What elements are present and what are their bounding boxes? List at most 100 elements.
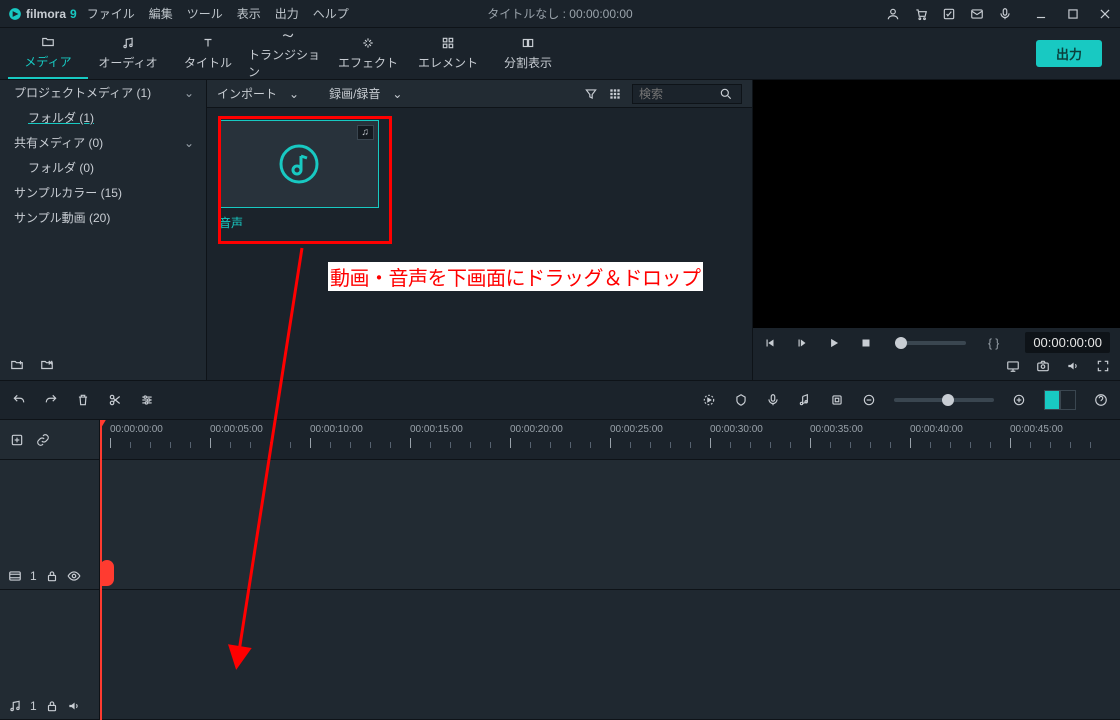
volume-icon[interactable] <box>1066 359 1080 373</box>
record-menu[interactable]: 録画/録音 ⌄ <box>329 85 402 102</box>
filter-icon[interactable] <box>584 87 598 101</box>
sidebar-item-folder-1[interactable]: フォルダ (1) <box>0 105 206 130</box>
ribbon-tab-title[interactable]: タイトル <box>168 28 248 79</box>
ruler-label: 00:00:05:00 <box>210 424 263 435</box>
voiceover-icon[interactable] <box>766 393 780 407</box>
ribbon-tab-effect[interactable]: エフェクト <box>328 28 408 79</box>
preview-scrubber[interactable] <box>895 341 966 345</box>
minimize-icon[interactable] <box>1034 7 1048 21</box>
delete-icon[interactable] <box>76 393 90 407</box>
ribbon: メディア オーディオ タイトル トランジション エフェクト エレメント 分割表示… <box>0 28 1120 80</box>
import-menu[interactable]: インポート ⌄ <box>217 85 299 102</box>
ribbon-tab-transition[interactable]: トランジション <box>248 28 328 79</box>
menu-help[interactable]: ヘルプ <box>313 5 349 22</box>
annotation-text: 動画・音声を下画面にドラッグ＆ドロップ <box>328 262 703 291</box>
chevron-down-icon: ⌄ <box>184 136 194 150</box>
menu-file[interactable]: ファイル <box>87 5 135 22</box>
mic-icon[interactable] <box>998 7 1012 21</box>
menu-output[interactable]: 出力 <box>275 5 299 22</box>
timeline-toolbar <box>0 380 1120 420</box>
ribbon-tab-audio[interactable]: オーディオ <box>88 28 168 79</box>
audio-track-header[interactable]: 1 <box>0 590 99 720</box>
sidebar-item-folder-0[interactable]: フォルダ (0) <box>0 155 206 180</box>
split-icon <box>521 36 535 50</box>
adjust-icon[interactable] <box>140 393 154 407</box>
search-icon <box>719 87 733 101</box>
video-track-lane[interactable] <box>100 460 1120 590</box>
timeline-ruler[interactable]: 00:00:00:0000:00:05:0000:00:10:0000:00:1… <box>100 420 1120 460</box>
ruler-label: 00:00:15:00 <box>410 424 463 435</box>
clip-type-badge: ♫ <box>357 125 375 140</box>
app-version: 9 <box>70 7 77 21</box>
help-icon[interactable] <box>1094 393 1108 407</box>
elements-icon <box>441 36 455 50</box>
clip-handle[interactable] <box>100 560 114 586</box>
ruler-label: 00:00:30:00 <box>710 424 763 435</box>
audio-track-lane[interactable] <box>100 590 1120 720</box>
ribbon-tab-media[interactable]: メディア <box>8 28 88 79</box>
lock-icon[interactable] <box>45 569 59 583</box>
sidebar-item-project-media[interactable]: プロジェクトメディア (1)⌄ <box>0 80 206 105</box>
display-settings-icon[interactable] <box>1006 359 1020 373</box>
lock-icon[interactable] <box>45 699 59 713</box>
transition-icon <box>281 28 295 42</box>
zoom-slider[interactable] <box>894 398 994 402</box>
menu-edit[interactable]: 編集 <box>149 5 173 22</box>
audio-mixer-icon[interactable] <box>798 393 812 407</box>
snapshot-icon[interactable] <box>1036 359 1050 373</box>
timeline: 1 1 00:00:00:0000:00:05:0000:00:10:0000:… <box>0 420 1120 720</box>
search-input[interactable] <box>639 87 719 101</box>
menu-view[interactable]: 表示 <box>237 5 261 22</box>
sidebar-item-sample-video[interactable]: サンプル動画 (20) <box>0 205 206 230</box>
delete-folder-icon[interactable] <box>40 358 54 372</box>
zoom-out-icon[interactable] <box>862 393 876 407</box>
sidebar-item-sample-color[interactable]: サンプルカラー (15) <box>0 180 206 205</box>
cut-icon[interactable] <box>108 393 122 407</box>
keyframe-icon[interactable] <box>830 393 844 407</box>
marker-icon[interactable] <box>734 393 748 407</box>
mail-icon[interactable] <box>970 7 984 21</box>
stop-icon[interactable] <box>859 336 873 350</box>
maximize-icon[interactable] <box>1066 7 1080 21</box>
audio-track-icon <box>8 699 22 713</box>
media-clip[interactable]: ♫ 音声 <box>219 120 379 231</box>
link-icon[interactable] <box>36 433 50 447</box>
undo-icon[interactable] <box>12 393 26 407</box>
app-logo: filmora9 <box>8 7 77 21</box>
ribbon-tab-split[interactable]: 分割表示 <box>488 28 568 79</box>
playhead[interactable] <box>100 420 102 720</box>
close-icon[interactable] <box>1098 7 1112 21</box>
redo-icon[interactable] <box>44 393 58 407</box>
activity-icon[interactable] <box>942 7 956 21</box>
step-back-icon[interactable] <box>795 336 809 350</box>
speaker-icon[interactable] <box>67 699 81 713</box>
new-folder-icon[interactable] <box>10 358 24 372</box>
document-title: タイトルなし : 00:00:00:00 <box>487 5 632 22</box>
search-field[interactable] <box>632 84 742 104</box>
export-button[interactable]: 出力 <box>1036 40 1102 67</box>
timeline-body[interactable]: 00:00:00:0000:00:05:0000:00:10:0000:00:1… <box>100 420 1120 720</box>
video-track-header[interactable]: 1 <box>0 460 99 590</box>
zoom-in-icon[interactable] <box>1012 393 1026 407</box>
render-icon[interactable] <box>702 393 716 407</box>
cart-icon[interactable] <box>914 7 928 21</box>
ruler-label: 00:00:20:00 <box>510 424 563 435</box>
ruler-label: 00:00:45:00 <box>1010 424 1063 435</box>
folder-icon <box>41 35 55 49</box>
fullscreen-icon[interactable] <box>1096 359 1110 373</box>
view-toggle[interactable] <box>1044 390 1076 410</box>
sidebar-item-shared-media[interactable]: 共有メディア (0)⌄ <box>0 130 206 155</box>
add-track-icon[interactable] <box>10 433 24 447</box>
ruler-label: 00:00:25:00 <box>610 424 663 435</box>
media-thumb[interactable]: ♫ <box>219 120 379 208</box>
menu-tool[interactable]: ツール <box>187 5 223 22</box>
ribbon-tab-element[interactable]: エレメント <box>408 28 488 79</box>
ruler-label: 00:00:35:00 <box>810 424 863 435</box>
grid-view-icon[interactable] <box>608 87 622 101</box>
music-icon <box>121 36 135 50</box>
user-icon[interactable] <box>886 7 900 21</box>
play-icon[interactable] <box>827 336 841 350</box>
preview-timecode: 00:00:00:00 <box>1025 332 1110 353</box>
eye-icon[interactable] <box>67 569 81 583</box>
prev-frame-icon[interactable] <box>763 336 777 350</box>
